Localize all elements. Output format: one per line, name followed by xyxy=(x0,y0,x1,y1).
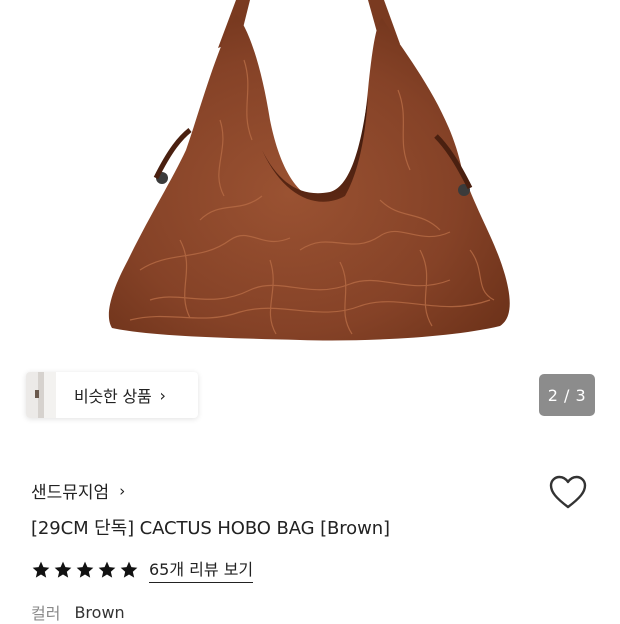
rating-stars xyxy=(31,560,139,580)
brand-link[interactable]: 샌드뮤지엄 › xyxy=(31,478,126,504)
color-row: 컬러 Brown xyxy=(31,600,125,624)
similar-products-button[interactable]: 비슷한 상품 › xyxy=(26,372,198,418)
chevron-right-icon: › xyxy=(119,481,126,500)
brand-name: 샌드뮤지엄 xyxy=(31,483,110,503)
heart-outline-icon[interactable] xyxy=(548,474,588,512)
product-title: [29CM 단독] CACTUS HOBO BAG [Brown] xyxy=(31,518,390,539)
star-filled-icon xyxy=(32,561,50,578)
star-filled-icon xyxy=(76,561,94,578)
review-link[interactable]: 65개 리뷰 보기 xyxy=(149,556,254,583)
chevron-right-icon: › xyxy=(159,385,166,405)
image-page-indicator: 2 / 3 xyxy=(539,374,595,416)
product-image-carousel[interactable]: 비슷한 상품 › 2 / 3 xyxy=(0,0,620,440)
star-filled-icon xyxy=(54,561,72,578)
color-value: Brown xyxy=(74,602,125,622)
star-filled-icon xyxy=(120,561,138,578)
star-filled-icon xyxy=(98,561,116,578)
similar-products-label: 비슷한 상품 xyxy=(74,387,152,406)
color-label: 컬러 xyxy=(31,604,61,623)
rating-row: 65개 리뷰 보기 xyxy=(31,556,254,583)
similar-product-thumbnail xyxy=(26,372,56,418)
